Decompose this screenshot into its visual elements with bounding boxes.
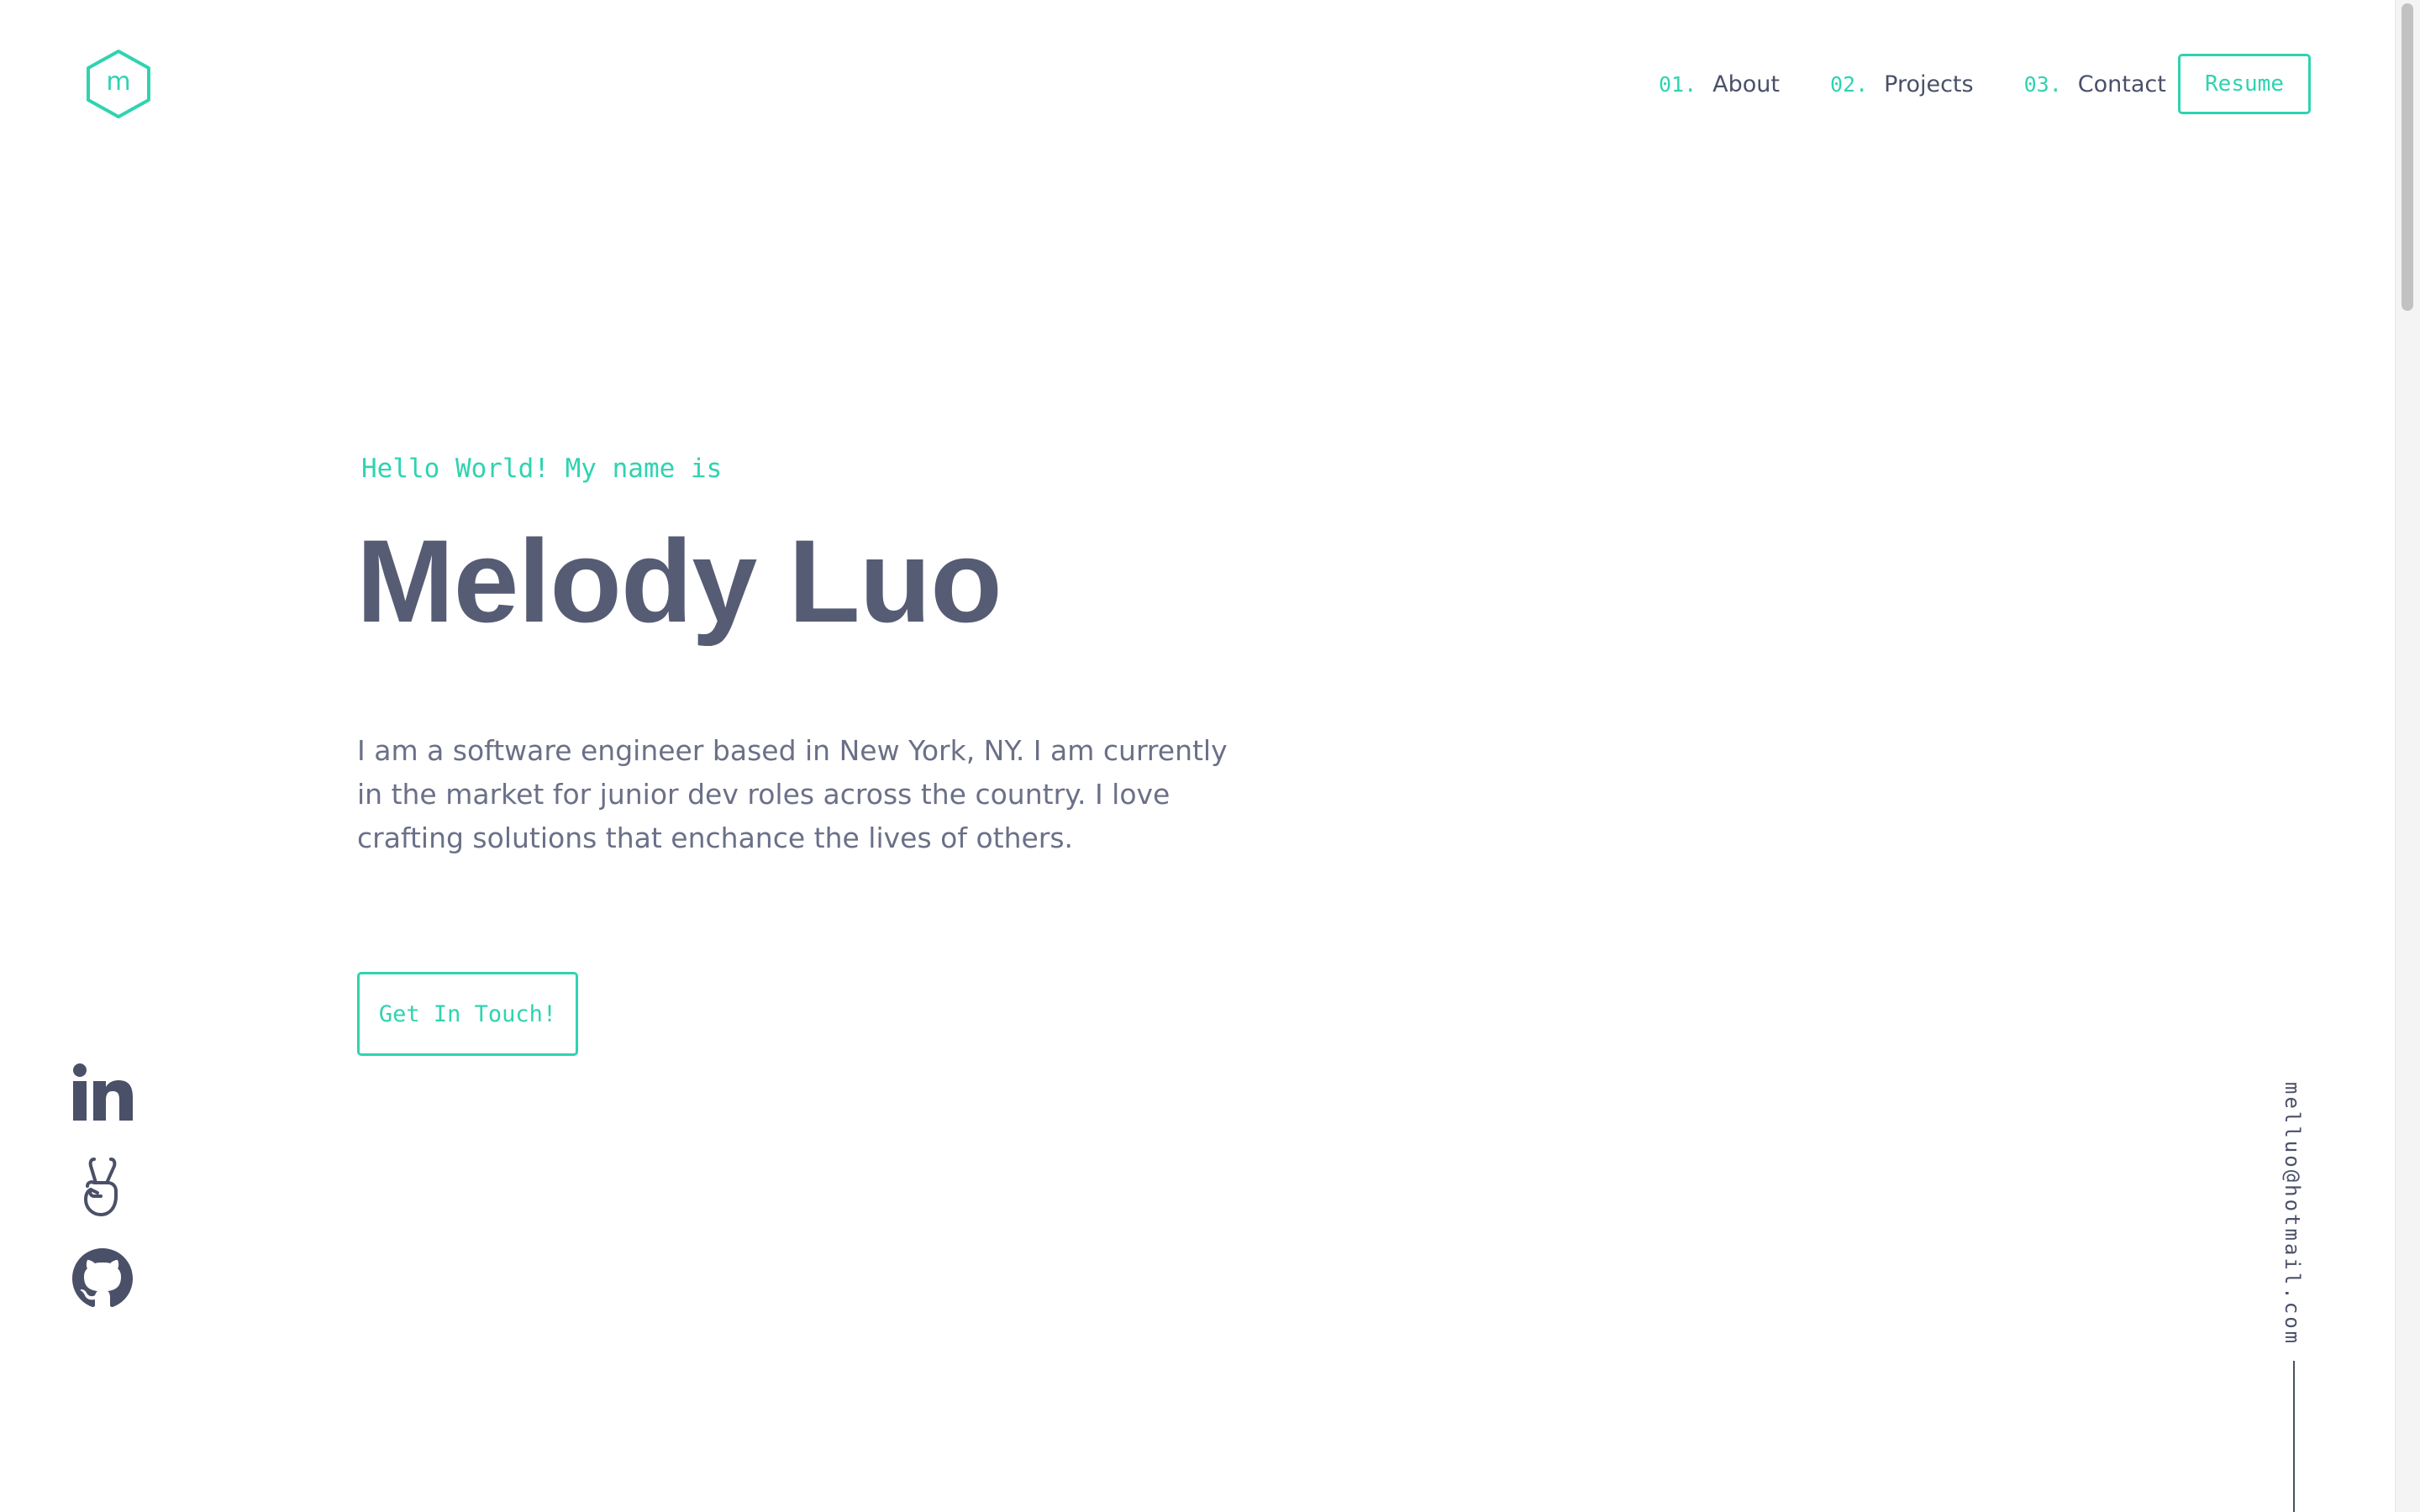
hero-greeting: Hello World! My name is xyxy=(361,454,723,484)
email-divider-line xyxy=(2293,1361,2295,1512)
hero-bio: I am a software engineer based in New Yo… xyxy=(357,734,1228,854)
nav-item-contact[interactable]: 03. Contact xyxy=(2024,71,2166,97)
nav-item-about[interactable]: 01. About xyxy=(1659,71,1780,97)
linkedin-link[interactable] xyxy=(69,1060,136,1127)
angellist-link[interactable] xyxy=(69,1152,136,1220)
resume-button[interactable]: Resume xyxy=(2178,54,2311,114)
nav-number: 01. xyxy=(1659,71,1697,97)
nav-label: Projects xyxy=(1884,71,1974,97)
scrollbar-track[interactable] xyxy=(2395,0,2420,1512)
email-link[interactable]: melluo@hotmail.com xyxy=(2281,1082,2304,1346)
nav-number: 03. xyxy=(2023,71,2062,97)
logo-letter: m xyxy=(106,66,131,97)
angellist-icon xyxy=(84,1158,118,1216)
hero-name: Melody Luo xyxy=(356,515,1002,647)
scrollbar-thumb[interactable] xyxy=(2402,3,2413,311)
nav-item-projects[interactable]: 02. Projects xyxy=(1830,71,1974,97)
nav-label: About xyxy=(1712,71,1780,97)
get-in-touch-button[interactable]: Get In Touch! xyxy=(357,972,578,1056)
github-link[interactable] xyxy=(69,1245,136,1312)
portfolio-page: m 01. About 02. Projects 03. Contact Res… xyxy=(0,0,2420,1512)
main-nav: 01. About 02. Projects 03. Contact xyxy=(1659,69,2217,99)
github-icon xyxy=(72,1248,133,1307)
logo-hexagon-link[interactable]: m xyxy=(85,49,152,119)
linkedin-icon xyxy=(73,1063,133,1121)
nav-number: 02. xyxy=(1829,71,1869,97)
nav-label: Contact xyxy=(2077,71,2166,97)
